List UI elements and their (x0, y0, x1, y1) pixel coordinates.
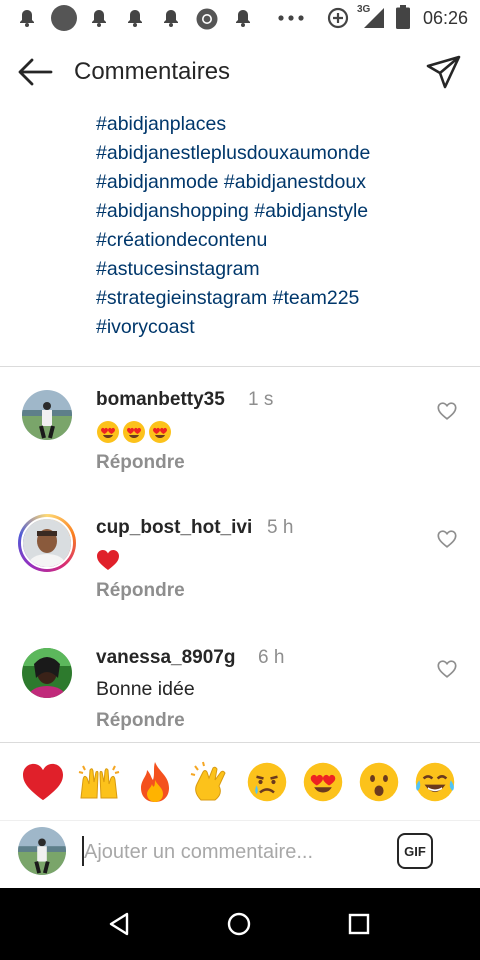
quick-emoji-tears-of-joy[interactable] (411, 758, 459, 806)
nav-recents-button[interactable] (339, 904, 379, 944)
divider (0, 366, 480, 367)
comment-text (96, 546, 122, 572)
comment-composer: GIF (0, 822, 480, 888)
clock: 06:26 (422, 8, 468, 28)
reply-button[interactable]: Répondre (96, 452, 185, 474)
divider (0, 742, 480, 743)
astonished-face-emoji-icon (359, 762, 399, 802)
hashtag-line[interactable]: #abidjanmode #abidjanestdoux (96, 168, 466, 197)
heart-outline-icon[interactable] (436, 658, 458, 680)
reply-button[interactable]: Répondre (96, 710, 185, 732)
comment-text: Bonne idée (96, 678, 195, 700)
avatar[interactable] (22, 648, 72, 698)
quick-emoji-heart-eyes[interactable] (299, 758, 347, 806)
comment-item: cup_bost_hot_ivi 5 h Répondre (0, 514, 480, 638)
heart-eyes-emoji-icon (123, 420, 145, 443)
data-saver-icon (327, 7, 349, 29)
fire-emoji-icon (141, 762, 169, 802)
hashtag-line[interactable]: #abidjanestleplusdouxaumonde (96, 139, 466, 168)
status-bar: 3G 06:26 (0, 0, 480, 36)
heart-outline-icon[interactable] (436, 528, 458, 550)
comment-item: vanessa_8907g 6 h Bonne idée Répondre (0, 647, 480, 768)
heart-eyes-emoji-icon (97, 420, 119, 443)
arrow-left-icon (18, 58, 53, 86)
comment-time: 1 s (248, 389, 274, 410)
hashtag-line[interactable]: #abidjanshopping #abidjanstyle (96, 197, 466, 226)
clapping-hands-emoji-icon (190, 761, 226, 801)
quick-emoji-bar (0, 752, 480, 812)
red-heart-emoji-icon (97, 549, 119, 570)
page-title: Commentaires (74, 58, 231, 85)
quick-emoji-clapping-hands[interactable] (187, 758, 235, 806)
divider (0, 820, 480, 821)
direct-send-icon (426, 55, 461, 89)
heart-outline-icon[interactable] (436, 400, 458, 422)
quick-emoji-astonished-face[interactable] (355, 758, 403, 806)
quick-emoji-crying-face[interactable] (243, 758, 291, 806)
hashtag-line[interactable]: #créationdecontenu (96, 226, 466, 255)
nav-back-button[interactable] (99, 904, 139, 944)
heart-eyes-emoji-icon (149, 420, 171, 443)
comment-text (96, 418, 174, 444)
header: Commentaires (0, 36, 480, 108)
more-dots-icon (278, 15, 304, 21)
chrome-icon (196, 8, 218, 30)
notification-icon (164, 10, 178, 27)
post-caption: #abidjanplaces #abidjanestleplusdouxaumo… (96, 110, 466, 342)
home-circle-icon (227, 912, 251, 936)
recents-square-icon (348, 913, 370, 935)
hashtag-line[interactable]: #strategieinstagram #team225 (96, 284, 466, 313)
comment-time: 5 h (267, 517, 294, 538)
profile-circle-icon (51, 5, 77, 31)
gif-button[interactable]: GIF (397, 833, 433, 869)
system-nav-bar (0, 888, 480, 960)
quick-emoji-raising-hands[interactable] (75, 758, 123, 806)
reply-button[interactable]: Répondre (96, 580, 185, 602)
notification-icon (92, 10, 106, 27)
crying-face-emoji-icon (247, 762, 287, 802)
share-button[interactable] (422, 52, 466, 92)
comment-time: 6 h (258, 647, 285, 668)
comment-username[interactable]: bomanbetty35 (96, 389, 225, 411)
comment-username[interactable]: cup_bost_hot_ivi (96, 517, 252, 539)
hashtag-line[interactable]: #ivorycoast (96, 313, 466, 342)
heart-eyes-emoji-icon (303, 762, 343, 802)
notification-icon (20, 10, 34, 27)
red-heart-emoji-icon (23, 763, 63, 801)
comment-item: bomanbetty35 1 s Répondre (0, 389, 480, 510)
quick-emoji-fire[interactable] (131, 758, 179, 806)
triangle-back-icon (109, 912, 129, 936)
avatar-story-ring[interactable] (18, 514, 76, 572)
signal-icon (364, 8, 384, 28)
notification-icon (128, 10, 142, 27)
back-button[interactable] (14, 54, 56, 90)
hashtag-line[interactable]: #astucesinstagram (96, 255, 466, 284)
quick-emoji-red-heart[interactable] (19, 758, 67, 806)
hashtag-line[interactable]: #abidjanplaces (96, 110, 466, 139)
nav-home-button[interactable] (219, 904, 259, 944)
notification-icon (236, 10, 250, 27)
raising-hands-emoji-icon (78, 765, 120, 799)
comment-username[interactable]: vanessa_8907g (96, 647, 235, 669)
battery-icon (396, 5, 410, 29)
tears-of-joy-emoji-icon (415, 762, 455, 802)
avatar[interactable] (22, 390, 72, 440)
avatar (18, 827, 66, 875)
comment-input[interactable] (84, 832, 384, 872)
